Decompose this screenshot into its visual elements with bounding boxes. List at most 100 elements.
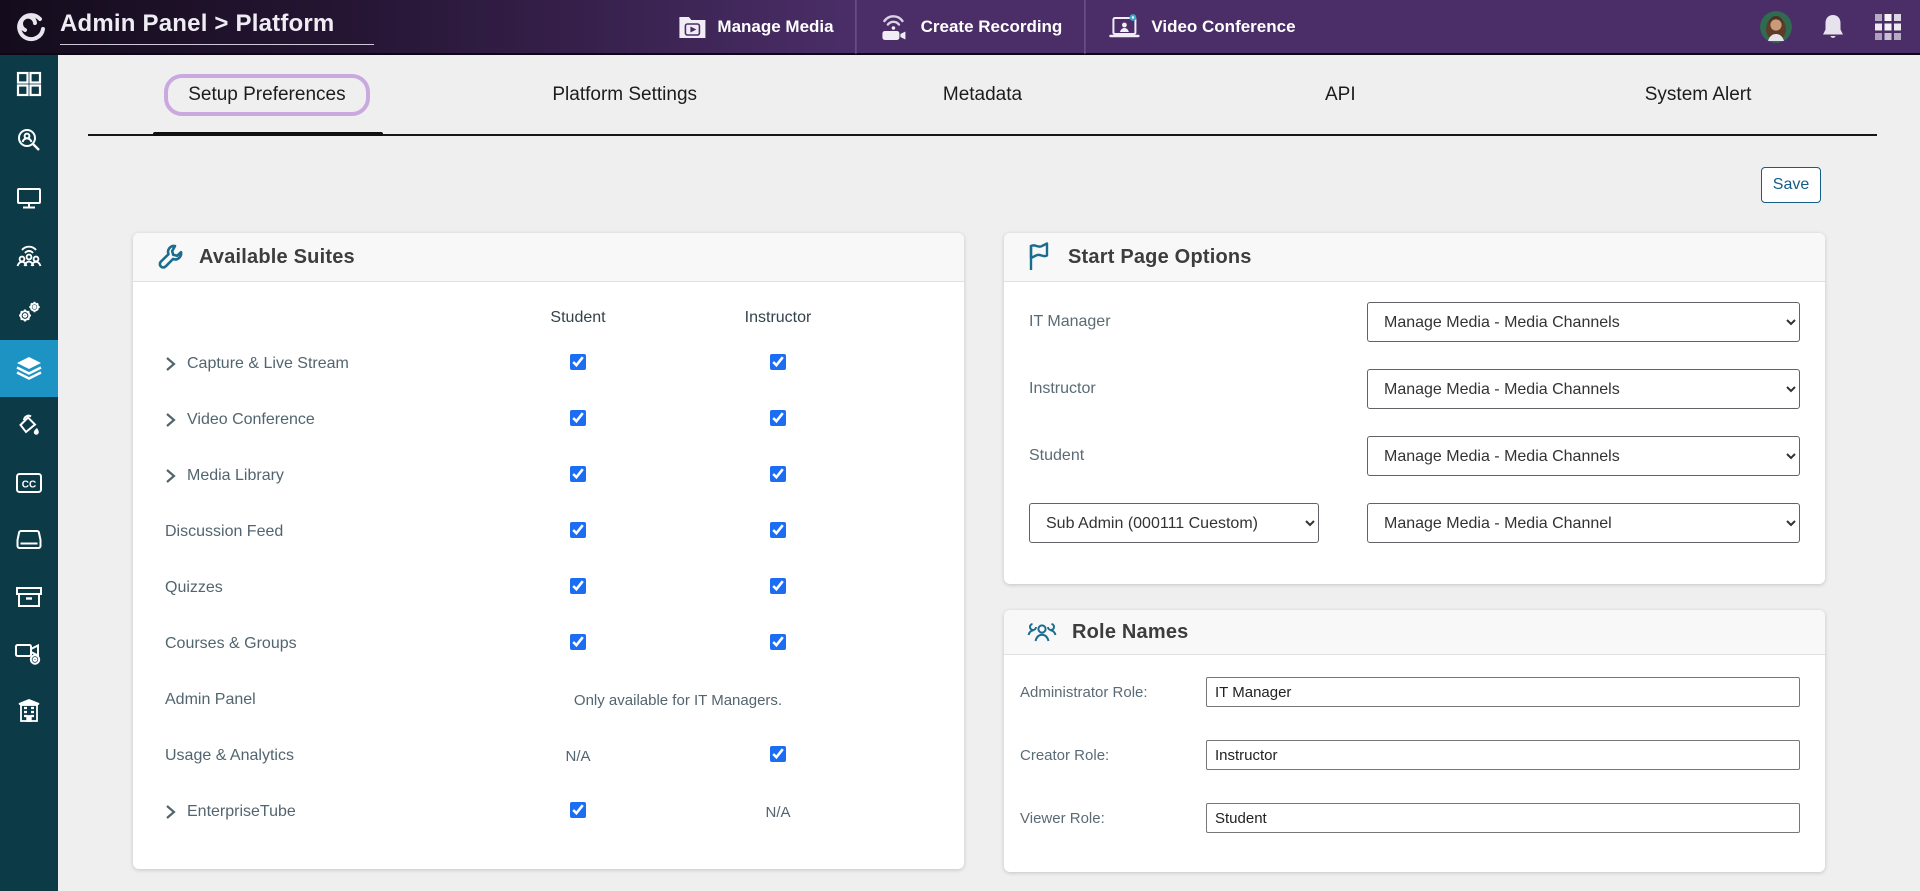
- card-title: Start Page Options: [1068, 245, 1252, 268]
- role-name-row: Viewer Role:: [1020, 803, 1800, 833]
- suites-table: Student Instructor Capture & Live Stream…: [133, 282, 964, 840]
- available-suites-card: Available Suites Student Instructor Capt…: [133, 233, 964, 869]
- creator-role-label: Creator Role:: [1020, 746, 1110, 764]
- sidebar-item-archive[interactable]: [0, 568, 58, 625]
- table-row: Usage & Analytics N/A: [133, 728, 964, 784]
- avatar[interactable]: [1760, 10, 1792, 43]
- manage-media-label: Manage Media: [717, 16, 834, 36]
- suite-name: Discussion Feed: [165, 523, 284, 540]
- student-checkbox[interactable]: [570, 634, 586, 650]
- table-row: Courses & Groups: [133, 616, 964, 672]
- role-label: IT Manager: [1029, 313, 1111, 330]
- suite-name: Video Conference: [187, 411, 315, 428]
- archive-box-icon: [14, 584, 44, 610]
- start-page-row: Instructor Manage Media - Media Channels: [1029, 369, 1800, 409]
- administrator-role-input[interactable]: [1206, 677, 1800, 707]
- card-title: Available Suites: [199, 245, 355, 268]
- column-headers: Student Instructor: [133, 300, 964, 336]
- instructor-checkbox[interactable]: [770, 522, 786, 538]
- sidebar-item-captions[interactable]: CC: [0, 454, 58, 511]
- dashboard-grid-icon: [15, 70, 43, 98]
- instructor-start-page-select[interactable]: Manage Media - Media Channels: [1367, 369, 1800, 409]
- apps-grid-icon[interactable]: [1874, 13, 1902, 41]
- viewer-role-input[interactable]: [1206, 803, 1800, 833]
- student-start-page-select[interactable]: Manage Media - Media Channels: [1367, 436, 1800, 476]
- sidebar-item-storage[interactable]: [0, 511, 58, 568]
- start-page-row: Student Manage Media - Media Channels: [1029, 436, 1800, 476]
- video-conference-label: Video Conference: [1151, 16, 1296, 36]
- student-checkbox[interactable]: [570, 466, 586, 482]
- manage-media-button[interactable]: Manage Media: [655, 0, 855, 54]
- suite-name: Admin Panel: [165, 691, 256, 708]
- sidebar-item-modules[interactable]: [0, 340, 58, 397]
- not-applicable-text: N/A: [765, 803, 791, 821]
- sidebar-item-recording-settings[interactable]: [0, 625, 58, 682]
- chevron-right-icon[interactable]: [165, 468, 177, 484]
- tab-system-alert[interactable]: System Alert: [1645, 84, 1752, 106]
- table-row: Discussion Feed: [133, 504, 964, 560]
- create-recording-label: Create Recording: [920, 16, 1063, 36]
- sidebar-item-branding[interactable]: [0, 397, 58, 454]
- start-page-row: IT Manager Manage Media - Media Channels: [1029, 302, 1800, 342]
- table-row: Admin Panel Only available for IT Manage…: [133, 672, 964, 728]
- student-checkbox[interactable]: [570, 410, 586, 426]
- instructor-checkbox[interactable]: [770, 634, 786, 650]
- video-settings-icon: [13, 640, 45, 668]
- sidebar-item-user-search[interactable]: [0, 112, 58, 169]
- notifications-bell-icon[interactable]: [1820, 13, 1846, 41]
- building-icon: [15, 697, 43, 725]
- page-title: Admin Panel > Platform: [60, 10, 335, 37]
- role-label: Instructor: [1029, 380, 1096, 397]
- creator-role-input[interactable]: [1206, 740, 1800, 770]
- table-row: Quizzes: [133, 560, 964, 616]
- administrator-role-label: Administrator Role:: [1020, 683, 1148, 701]
- instructor-checkbox[interactable]: [770, 354, 786, 370]
- restriction-note: Only available for IT Managers.: [573, 691, 783, 709]
- table-row: EnterpriseTube N/A: [133, 784, 964, 840]
- suite-name: Courses & Groups: [165, 635, 297, 652]
- student-checkbox[interactable]: [570, 802, 586, 818]
- instructor-checkbox[interactable]: [770, 410, 786, 426]
- instructor-checkbox[interactable]: [770, 746, 786, 762]
- brand: Admin Panel > Platform: [0, 8, 375, 45]
- tab-setup-preferences[interactable]: Setup Preferences: [164, 74, 370, 116]
- role-label: Student: [1029, 447, 1085, 464]
- student-checkbox[interactable]: [570, 522, 586, 538]
- table-row: Media Library: [133, 448, 964, 504]
- student-checkbox[interactable]: [570, 578, 586, 594]
- sidebar: CC: [0, 55, 58, 891]
- not-applicable-text: N/A: [565, 747, 591, 765]
- tab-platform-settings[interactable]: Platform Settings: [552, 84, 697, 106]
- it-manager-start-page-select[interactable]: Manage Media - Media Channels: [1367, 302, 1800, 342]
- user-search-icon: [15, 127, 43, 155]
- sub-admin-start-page-select[interactable]: Manage Media - Media Channel: [1367, 503, 1800, 543]
- chevron-right-icon[interactable]: [165, 804, 177, 820]
- captions-cc-icon: CC: [14, 470, 44, 496]
- instructor-checkbox[interactable]: [770, 578, 786, 594]
- create-recording-button[interactable]: Create Recording: [855, 0, 1085, 54]
- media-folder-icon: [677, 14, 707, 40]
- table-row: Video Conference: [133, 392, 964, 448]
- logo-icon[interactable]: [14, 10, 48, 44]
- sidebar-item-dashboard[interactable]: [0, 55, 58, 112]
- flag-icon: [1026, 242, 1054, 272]
- sidebar-item-webcast[interactable]: [0, 226, 58, 283]
- top-bar: Admin Panel > Platform Manage Media Crea…: [0, 0, 1920, 55]
- instructor-column-header: Instructor: [744, 309, 812, 326]
- sidebar-item-institution[interactable]: [0, 682, 58, 739]
- desktop-monitor-icon: [15, 184, 43, 212]
- sub-admin-role-select[interactable]: Sub Admin (000111 Cuestom): [1029, 503, 1319, 543]
- instructor-checkbox[interactable]: [770, 466, 786, 482]
- chevron-right-icon[interactable]: [165, 356, 177, 372]
- student-checkbox[interactable]: [570, 354, 586, 370]
- tab-metadata[interactable]: Metadata: [943, 84, 1022, 106]
- suite-name: Usage & Analytics: [165, 747, 294, 764]
- sidebar-item-services[interactable]: [0, 283, 58, 340]
- tab-api[interactable]: API: [1325, 84, 1356, 106]
- save-button[interactable]: Save: [1761, 167, 1821, 203]
- active-tab-indicator: [153, 132, 383, 136]
- sidebar-item-desktop[interactable]: [0, 169, 58, 226]
- suite-name: Quizzes: [165, 579, 223, 596]
- chevron-right-icon[interactable]: [165, 412, 177, 428]
- video-conference-button[interactable]: Video Conference: [1084, 0, 1317, 54]
